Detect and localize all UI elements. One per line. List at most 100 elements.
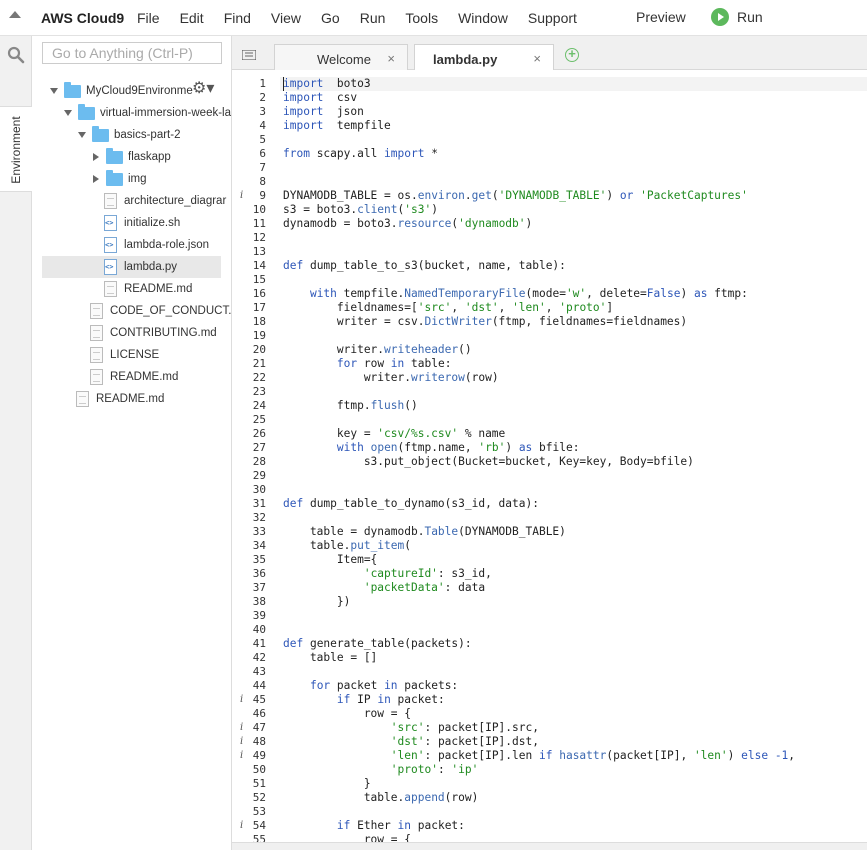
close-icon[interactable]: × xyxy=(533,51,541,66)
chevron-down-icon[interactable] xyxy=(62,107,74,119)
chevron-right-icon[interactable] xyxy=(90,173,102,185)
chevron-down-icon[interactable] xyxy=(76,129,88,141)
tab-environment[interactable]: Environment xyxy=(0,106,32,192)
tree-item-label: img xyxy=(128,173,147,185)
info-annotation-icon[interactable]: i xyxy=(240,735,248,749)
tree-item-label: CONTRIBUTING.md xyxy=(110,327,217,339)
collapse-menu-icon[interactable] xyxy=(9,11,21,18)
line-number: 37 xyxy=(252,581,266,594)
info-annotation-icon[interactable]: i xyxy=(240,721,248,735)
file-icon xyxy=(104,193,117,209)
tree-file[interactable]: README.md xyxy=(32,388,232,410)
menu-window[interactable]: Window xyxy=(458,10,508,26)
chevron-down-icon[interactable] xyxy=(48,85,60,97)
line-number: 1 xyxy=(259,77,266,90)
tab-welcome[interactable]: Welcome × xyxy=(274,44,408,70)
info-annotation-icon[interactable]: i xyxy=(240,749,248,763)
tree-file[interactable]: README.md xyxy=(32,366,232,388)
tree-file[interactable]: lambda-role.json xyxy=(32,234,232,256)
code-line: row = { xyxy=(283,833,411,842)
menu-find[interactable]: Find xyxy=(224,10,251,26)
code-line: def dump_table_to_s3(bucket, name, table… xyxy=(283,259,566,272)
code-line: writer.writerow(row) xyxy=(283,371,499,384)
tree-item-label: lambda-role.json xyxy=(124,239,210,251)
line-number: 11 xyxy=(252,217,266,230)
line-number: 8 xyxy=(259,175,266,188)
tree-item-label: MyCloud9Environme xyxy=(86,85,193,97)
file-icon xyxy=(90,347,103,363)
menu-edit[interactable]: Edit xyxy=(180,10,204,26)
menu-go[interactable]: Go xyxy=(321,10,340,26)
tree-file[interactable]: architecture_diagrar xyxy=(32,190,232,212)
info-annotation-icon[interactable]: i xyxy=(240,189,248,203)
tree-folder[interactable]: virtual-immersion-week-la xyxy=(32,102,232,124)
side-tab-strip: Environment xyxy=(0,36,32,850)
line-number: 26 xyxy=(252,427,266,440)
code-line: if Ether in packet: xyxy=(336,819,465,832)
search-icon[interactable] xyxy=(7,46,25,64)
folder-icon xyxy=(78,103,95,120)
code-line: if IP in packet: xyxy=(336,693,445,706)
tree-folder[interactable]: MyCloud9Environme xyxy=(32,80,232,102)
line-number: 20 xyxy=(252,343,266,356)
line-number-gutter: 1 2 3 4 5 6 7 8 9 i 10 11 12 13 14 15 16 17 18 19 20 21 22 23 24… xyxy=(232,70,280,842)
code-line: fieldnames=['src', 'dst', 'len', 'proto'… xyxy=(283,301,614,314)
main-menu: File Edit Find View Go Run Tools Window … xyxy=(137,10,597,26)
tab-lambda-py[interactable]: lambda.py × xyxy=(414,44,554,71)
code-line: writer = csv.DictWriter(ftmp, fieldnames… xyxy=(283,315,688,328)
line-number: 3 xyxy=(259,105,266,118)
line-number: 2 xyxy=(259,91,266,104)
code-file-icon xyxy=(104,215,117,231)
tree-file[interactable]: README.md xyxy=(32,278,232,300)
file-icon xyxy=(90,369,103,385)
menu-file[interactable]: File xyxy=(137,10,160,26)
close-icon[interactable]: × xyxy=(387,51,395,66)
line-number: 6 xyxy=(259,147,266,160)
code-line: 'len': packet[IP].len if hasattr(packet[… xyxy=(390,749,796,762)
line-number: 33 xyxy=(252,525,266,538)
code-editor[interactable]: 1 2 3 4 5 6 7 8 9 i 10 11 12 13 14 15 16 17 18 19 20 21 22 23 24… xyxy=(232,70,867,842)
play-icon xyxy=(711,8,729,26)
menu-view[interactable]: View xyxy=(271,10,301,26)
menu-run[interactable]: Run xyxy=(360,10,386,26)
tree-file[interactable]: LICENSE xyxy=(32,344,232,366)
add-tab-icon[interactable]: + xyxy=(565,47,579,62)
app-brand[interactable]: AWS Cloud9 xyxy=(41,10,124,26)
tree-item-label: CODE_OF_CONDUCT.r xyxy=(110,305,232,317)
preview-button[interactable]: Preview xyxy=(636,9,686,25)
code-line: import tempfile xyxy=(283,119,391,132)
menu-tools[interactable]: Tools xyxy=(405,10,438,26)
code-line: table = [] xyxy=(283,651,378,664)
line-number: 27 xyxy=(252,441,266,454)
tree-folder[interactable]: flaskapp xyxy=(32,146,232,168)
tree-item-label: README.md xyxy=(124,283,193,295)
code-line: key = 'csv/%s.csv' % name xyxy=(283,427,506,440)
file-icon xyxy=(104,281,117,297)
tree-file[interactable]: lambda.py xyxy=(42,256,221,278)
info-annotation-icon[interactable]: i xyxy=(240,693,248,707)
line-number: 19 xyxy=(252,329,266,342)
line-number: 53 xyxy=(252,805,266,818)
tree-file[interactable]: CODE_OF_CONDUCT.r xyxy=(32,300,232,322)
tree-folder[interactable]: basics-part-2 xyxy=(32,124,232,146)
code-line: with open(ftmp.name, 'rb') as bfile: xyxy=(336,441,580,454)
tree-file[interactable]: CONTRIBUTING.md xyxy=(32,322,232,344)
tab-list-icon[interactable] xyxy=(242,50,256,60)
line-number: 38 xyxy=(252,595,266,608)
run-button[interactable]: Run xyxy=(711,8,763,26)
line-number: 17 xyxy=(252,301,266,314)
chevron-right-icon[interactable] xyxy=(90,151,102,163)
line-number: 34 xyxy=(252,539,266,552)
tree-item-label: basics-part-2 xyxy=(114,129,181,141)
tab-lambda-py-label: lambda.py xyxy=(433,52,498,67)
goto-anything-input[interactable] xyxy=(42,42,222,64)
line-number: 16 xyxy=(252,287,266,300)
info-annotation-icon[interactable]: i xyxy=(240,819,248,833)
tree-item-label: architecture_diagrar xyxy=(124,195,227,207)
line-number: 4 xyxy=(259,119,266,132)
tree-file[interactable]: initialize.sh xyxy=(32,212,232,234)
line-number: 35 xyxy=(252,553,266,566)
menu-support[interactable]: Support xyxy=(528,10,577,26)
tree-folder[interactable]: img xyxy=(32,168,232,190)
run-label: Run xyxy=(737,9,763,25)
